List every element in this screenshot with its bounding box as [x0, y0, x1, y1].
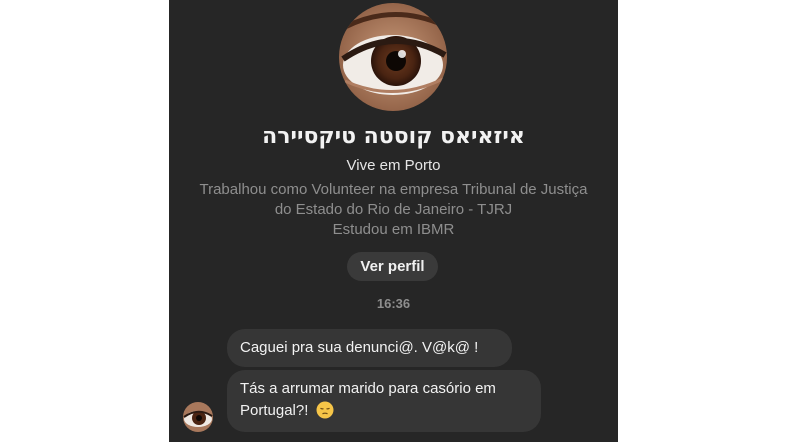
profile-name: איזאיאס קוסטה טיקסיירה	[262, 124, 525, 149]
message-text: Tás a arrumar marido para casório em Por…	[240, 380, 496, 419]
chat-screen: איזאיאס קוסטה טיקסיירה Vive em Porto Tra…	[169, 0, 618, 442]
message-bubble[interactable]: Tás a arrumar marido para casório em Por…	[227, 370, 541, 432]
eye-photo-icon	[183, 402, 213, 432]
message-text: Caguei pra sua denunci@. V@k@ !	[240, 339, 479, 356]
pensive-face-icon	[316, 401, 334, 419]
eye-photo-icon	[339, 3, 447, 111]
message-timestamp: 16:36	[376, 296, 411, 311]
profile-avatar[interactable]	[339, 3, 447, 111]
sender-avatar[interactable]	[183, 402, 213, 432]
profile-work: Trabalhou como Volunteer na empresa Trib…	[199, 181, 588, 218]
message-bubble[interactable]: Caguei pra sua denunci@. V@k@ !	[227, 329, 512, 367]
view-profile-button[interactable]: Ver perfil	[347, 252, 438, 281]
profile-location: Vive em Porto	[346, 157, 441, 174]
profile-education: Estudou em IBMR	[332, 221, 455, 238]
